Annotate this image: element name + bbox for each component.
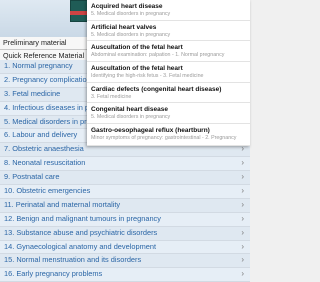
search-result-item[interactable]: Acquired heart disease 5. Medical disord… <box>87 0 250 21</box>
chapter-label: 1. Normal pregnancy <box>4 61 73 70</box>
chapter-label: 12. Benign and malignant tumours in preg… <box>4 213 161 223</box>
chapter-label: 14. Gynaecological anatomy and developme… <box>4 241 157 251</box>
search-result-item[interactable]: Auscultation of the fetal heart Abdomina… <box>87 41 250 63</box>
chapter-row[interactable]: 10. Obstetric emergencies › <box>0 185 250 199</box>
chapter-label: 11. Perinatal and maternal mortality <box>4 199 121 209</box>
result-title: Acquired heart disease <box>91 3 163 10</box>
result-subtitle: Identifying the high-risk fetus - 3. Fet… <box>91 73 204 80</box>
result-subtitle: 5. Medical disorders in pregnancy <box>91 11 171 17</box>
chevron-right-icon: › <box>241 227 244 237</box>
chapter-label: 3. Fetal medicine <box>4 88 61 98</box>
chevron-right-icon: › <box>241 269 244 279</box>
search-result-item[interactable]: Auscultation of the fetal heart Identify… <box>87 62 250 83</box>
chapter-row[interactable]: 8. Neonatal resuscitation › <box>0 157 250 172</box>
chapter-label: 15. Normal menstruation and its disorder… <box>4 255 142 265</box>
chevron-right-icon: › <box>241 158 244 168</box>
chapter-row[interactable]: 16. Early pregnancy problems › <box>0 268 250 282</box>
chapter-row[interactable]: 11. Perinatal and maternal mortality › <box>0 198 250 213</box>
chapter-label: 7. Obstetric anaesthesia <box>4 144 84 154</box>
chapter-label: 13. Substance abuse and psychiatric diso… <box>4 227 158 237</box>
result-subtitle: 3. Fetal medicine <box>91 93 132 100</box>
search-results-popover: Acquired heart disease 5. Medical disord… <box>87 0 250 146</box>
chapter-row[interactable]: 14. Gynaecological anatomy and developme… <box>0 240 250 255</box>
search-result-item[interactable]: Gastro-oesophageal reflux (heartburn) Mi… <box>87 124 250 146</box>
chapter-row[interactable]: 9. Postnatal care › <box>0 171 250 186</box>
search-result-item[interactable]: Cardiac defects (congenital heart diseas… <box>87 83 250 104</box>
chevron-right-icon: › <box>241 255 244 265</box>
result-title: Auscultation of the fetal heart <box>91 44 183 52</box>
chapter-label: 9. Postnatal care <box>4 172 60 182</box>
search-result-item[interactable]: Congenital heart disease 5. Medical diso… <box>87 103 250 125</box>
chevron-right-icon: › <box>241 199 244 209</box>
result-title: Auscultation of the fetal heart <box>91 65 183 73</box>
chevron-right-icon: › <box>241 213 244 223</box>
chapter-row[interactable]: 13. Substance abuse and psychiatric diso… <box>0 226 250 241</box>
result-subtitle: Abdominal examination: palpation - 1. No… <box>91 52 225 59</box>
search-result-item[interactable]: Artificial heart valves 5. Medical disor… <box>87 21 250 42</box>
result-title: Artificial heart valves <box>91 23 157 31</box>
chevron-right-icon: › <box>241 241 244 251</box>
result-subtitle: Minor symptoms of pregnancy: gastrointes… <box>91 135 237 142</box>
chapter-row[interactable]: 15. Normal menstruation and its disorder… <box>0 254 250 269</box>
chapter-label: 10. Obstetric emergencies <box>4 186 91 196</box>
chapter-label: 2. Pregnancy complications <box>4 74 95 84</box>
result-title: Congenital heart disease <box>91 106 168 114</box>
chapter-label: 6. Labour and delivery <box>4 130 78 140</box>
result-subtitle: 5. Medical disorders in pregnancy <box>91 114 171 121</box>
result-title: Cardiac defects (congenital heart diseas… <box>91 85 222 93</box>
result-subtitle: 5. Medical disorders in pregnancy <box>91 31 171 38</box>
chapter-row[interactable]: 12. Benign and malignant tumours in preg… <box>0 212 250 227</box>
chevron-right-icon: › <box>241 186 244 196</box>
chapter-label: 8. Neonatal resuscitation <box>4 158 86 168</box>
menu-item-preliminary-material[interactable]: Preliminary material <box>0 37 100 50</box>
result-title: Gastro-oesophageal reflux (heartburn) <box>91 127 210 135</box>
chapter-label: 16. Early pregnancy problems <box>4 269 103 279</box>
chevron-right-icon: › <box>241 172 244 182</box>
